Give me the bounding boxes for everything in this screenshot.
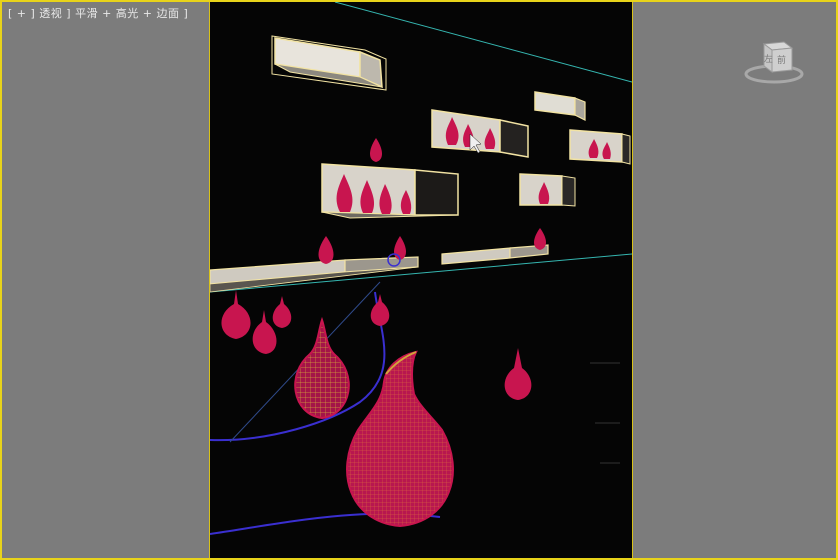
safe-frame-render-area[interactable]	[209, 2, 633, 558]
wireframe-vase-large[interactable]	[346, 350, 454, 528]
short-shelf[interactable]	[441, 244, 549, 265]
wall-box-2[interactable]	[534, 91, 586, 121]
long-shelf[interactable]	[209, 256, 419, 293]
wall-box-1[interactable]	[271, 35, 387, 91]
background-noise	[590, 362, 620, 464]
viewcube-front-label: 前	[777, 54, 786, 66]
perspective-viewport[interactable]: [ + ] 透视 ] 平滑 + 高光 + 边面 ] 左 前	[0, 0, 838, 560]
viewcube-left-label: 左	[764, 53, 773, 65]
wall-box-4[interactable]	[569, 129, 631, 165]
wall-box-6[interactable]	[519, 173, 576, 207]
viewcube[interactable]: 左 前	[744, 38, 804, 86]
wall-box-5[interactable]	[321, 163, 459, 219]
viewport-label-menu[interactable]: [ + ] 透视 ] 平滑 + 高光 + 边面 ]	[8, 5, 188, 21]
wireframe-vase-medium[interactable]	[294, 316, 350, 420]
wall-box-3[interactable]	[431, 109, 529, 158]
